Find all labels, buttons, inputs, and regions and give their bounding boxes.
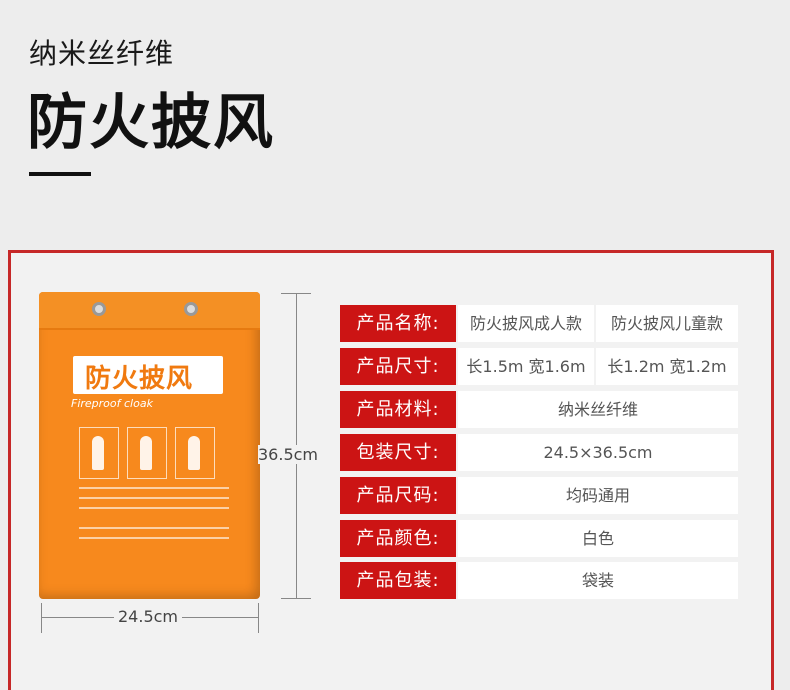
bag-instruction-box-1: [79, 427, 119, 479]
spec-value: 袋装: [458, 562, 738, 599]
page-title: 防火披风: [27, 88, 275, 158]
bag-instruction-box-3: [175, 427, 215, 479]
spec-label: 产品名称:: [340, 305, 456, 342]
product-image: 防火披风 Fireproof cloak: [39, 292, 260, 599]
bag-label: 防火披风: [73, 356, 223, 394]
exit-icon: [188, 436, 200, 470]
width-dimension-cap-left: [41, 603, 42, 633]
spec-value-adult: 长1.5m 宽1.6m: [458, 348, 594, 385]
spec-label: 产品包装:: [340, 562, 456, 599]
spec-value: 纳米丝纤维: [458, 391, 738, 428]
bag-label-text: 防火披风: [85, 364, 194, 394]
spec-row-packaging: 产品包装: 袋装: [340, 562, 738, 599]
spec-row-color: 产品颜色: 白色: [340, 520, 738, 557]
height-dimension-label: 36.5cm: [258, 445, 319, 464]
spec-value-child: 长1.2m 宽1.2m: [596, 348, 738, 385]
grommet-left: [92, 302, 106, 316]
bag-instruction-box-2: [127, 427, 167, 479]
height-dimension-cap-top: [281, 293, 311, 294]
bag-seal: [39, 292, 260, 330]
spec-row-material: 产品材料: 纳米丝纤维: [340, 391, 738, 428]
spec-value-adult: 防火披风成人款: [458, 305, 594, 342]
bag-text-line: [79, 497, 229, 499]
spec-row-package-size: 包装尺寸: 24.5×36.5cm: [340, 434, 738, 471]
spec-label: 产品材料:: [340, 391, 456, 428]
spec-value-child: 防火披风儿童款: [596, 305, 738, 342]
bag-text-line: [79, 487, 229, 489]
spec-value: 白色: [458, 520, 738, 557]
spec-label: 产品尺码:: [340, 477, 456, 514]
person-icon: [92, 436, 104, 470]
bag-text-line: [79, 527, 229, 529]
spec-row-name: 产品名称: 防火披风成人款 防火披风儿童款: [340, 305, 738, 342]
spec-row-size: 产品尺寸: 长1.5m 宽1.6m 长1.2m 宽1.2m: [340, 348, 738, 385]
bag-text-line: [79, 537, 229, 539]
height-dimension-cap-bottom: [281, 598, 311, 599]
spec-value: 24.5×36.5cm: [458, 434, 738, 471]
bag-label-english: Fireproof cloak: [71, 397, 153, 410]
grommet-right: [184, 302, 198, 316]
spec-label: 产品尺寸:: [340, 348, 456, 385]
cloak-icon: [140, 436, 152, 470]
spec-label: 产品颜色:: [340, 520, 456, 557]
spec-label: 包装尺寸:: [340, 434, 456, 471]
spec-value: 均码通用: [458, 477, 738, 514]
bag-text-line: [79, 507, 229, 509]
title-underline: [29, 172, 91, 176]
width-dimension-label: 24.5cm: [114, 607, 183, 626]
subtitle: 纳米丝纤维: [29, 37, 175, 70]
width-dimension-cap-right: [258, 603, 259, 633]
spec-row-fit: 产品尺码: 均码通用: [340, 477, 738, 514]
